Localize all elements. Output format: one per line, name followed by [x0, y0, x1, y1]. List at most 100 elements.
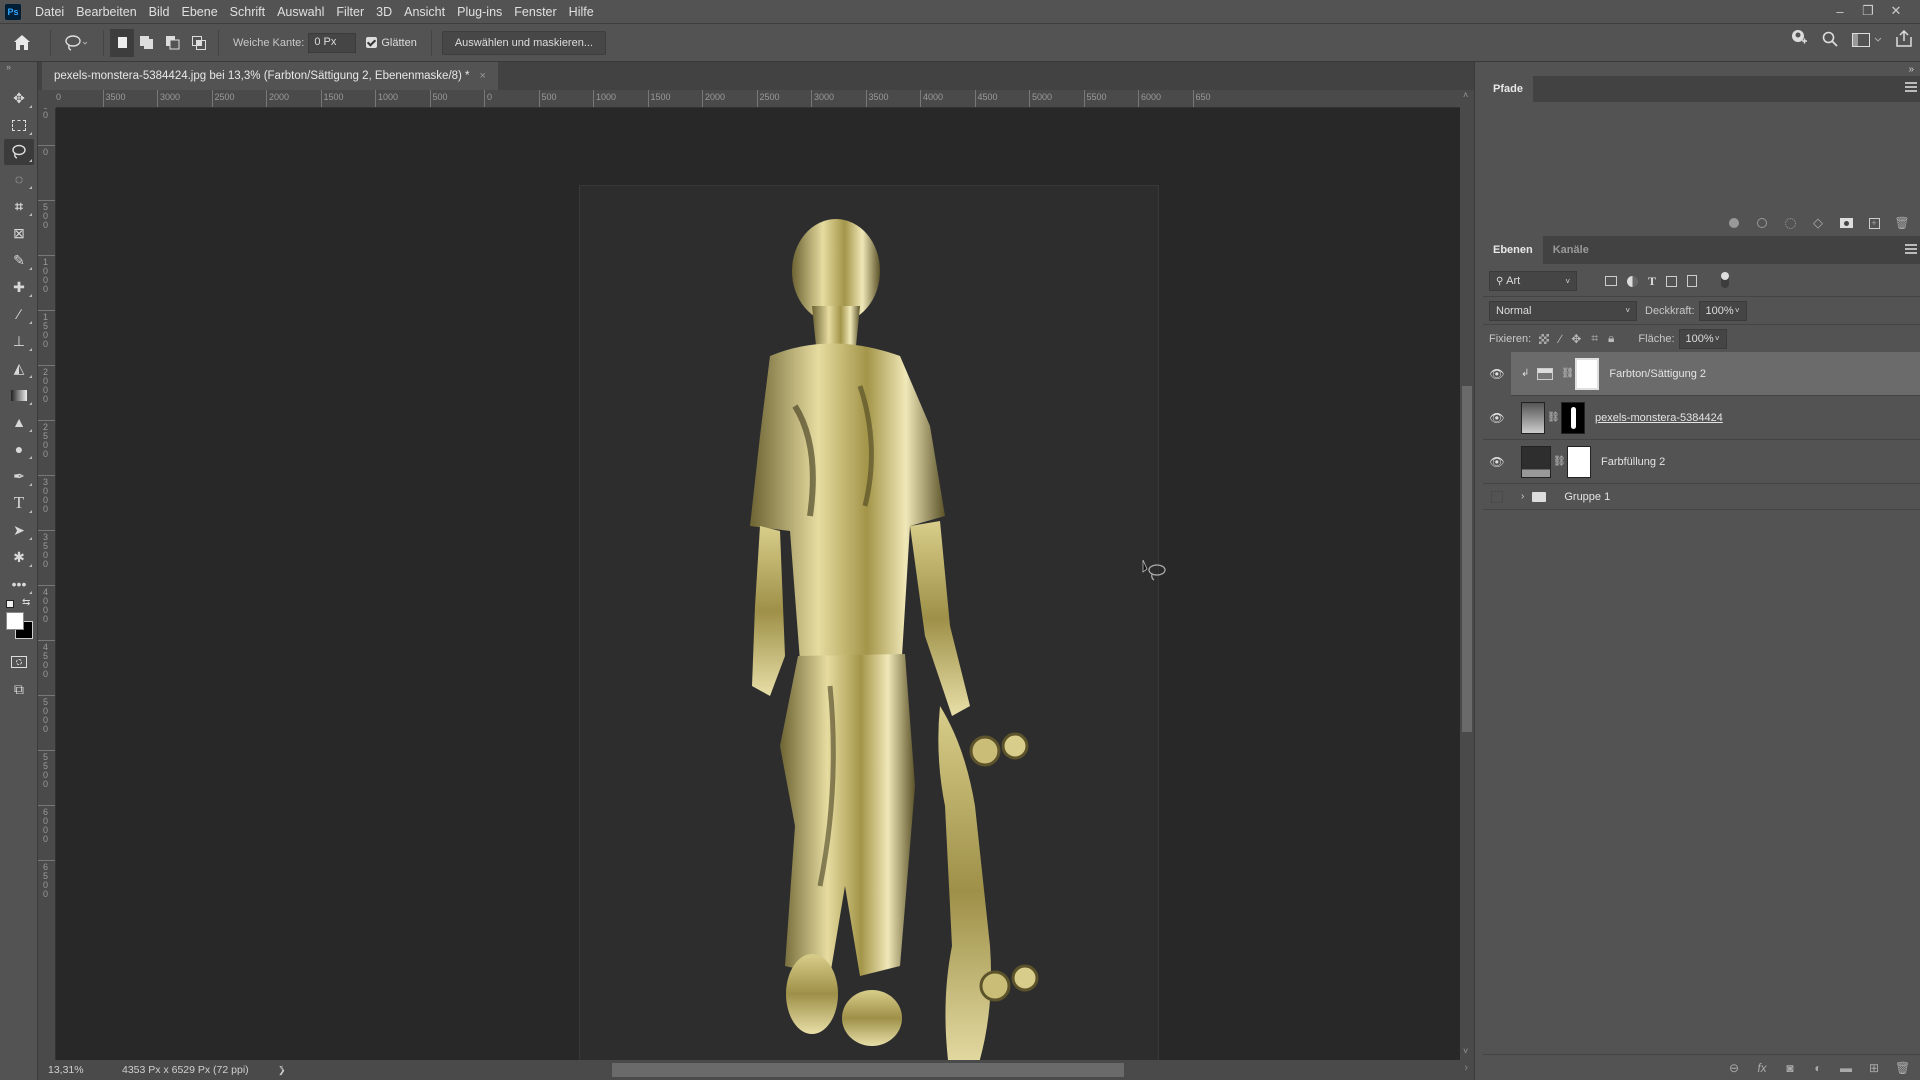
- visibility-toggle[interactable]: 👁︎: [1483, 396, 1511, 440]
- antialias-checkbox[interactable]: Glätten: [366, 37, 417, 49]
- document-canvas[interactable]: [579, 185, 1159, 1060]
- tab-pfade[interactable]: Pfade: [1483, 76, 1533, 102]
- menu-schrift[interactable]: Schrift: [224, 0, 271, 24]
- delete-layer-button[interactable]: 🗑: [1895, 1061, 1910, 1075]
- pen-tool[interactable]: ✒: [4, 463, 34, 489]
- eyedropper-tool[interactable]: ✎: [4, 247, 34, 273]
- lasso-tool[interactable]: [4, 139, 34, 165]
- gradient-tool[interactable]: [4, 382, 34, 408]
- filter-smart-objects-icon[interactable]: [1687, 275, 1698, 287]
- toolbar-collapse-icon[interactable]: »: [0, 62, 37, 74]
- clone-stamp-tool[interactable]: ⊥: [4, 328, 34, 354]
- foreground-color-swatch[interactable]: [6, 612, 24, 630]
- select-and-mask-button[interactable]: Auswählen und maskieren...: [441, 30, 606, 55]
- menu-datei[interactable]: Datei: [29, 0, 70, 24]
- vertical-ruler[interactable]: 5000500100015002000250030003500400045005…: [38, 108, 56, 1060]
- filter-type-layers-icon[interactable]: T: [1648, 274, 1656, 289]
- menu-fenster[interactable]: Fenster: [508, 0, 562, 24]
- filter-toggle[interactable]: [1721, 272, 1730, 288]
- type-tool[interactable]: T: [4, 490, 34, 516]
- zoom-level[interactable]: 13,31%: [48, 1064, 104, 1076]
- home-button[interactable]: [0, 29, 44, 57]
- fill-input[interactable]: 100% ˅: [1678, 328, 1727, 349]
- filter-pixel-layers-icon[interactable]: [1605, 276, 1617, 286]
- scroll-right-icon[interactable]: ›: [1464, 1062, 1468, 1074]
- add-to-selection-button[interactable]: [134, 29, 160, 57]
- horizontal-scrollbar[interactable]: ‹ ›: [278, 1060, 1474, 1080]
- horizontal-scroll-thumb[interactable]: [612, 1063, 1124, 1077]
- move-tool[interactable]: ✥: [4, 85, 34, 111]
- delete-path-button[interactable]: 🗑: [1894, 216, 1909, 230]
- new-selection-button[interactable]: [110, 28, 134, 57]
- prevent-autonest-icon[interactable]: ⌗: [1591, 331, 1598, 346]
- feather-input[interactable]: 0 Px: [308, 32, 357, 53]
- ruler-origin[interactable]: [38, 90, 56, 108]
- layer-name[interactable]: Farbfüllung 2: [1601, 456, 1665, 468]
- minimize-button[interactable]: –: [1826, 0, 1854, 22]
- intersect-selection-button[interactable]: [186, 29, 212, 57]
- layer-row[interactable]: 👁︎ ⛓︎ pexels-monstera-5384424: [1483, 396, 1920, 440]
- add-layer-style-button[interactable]: fx: [1755, 1061, 1769, 1075]
- dodge-tool[interactable]: ●: [4, 436, 34, 462]
- share-user-button[interactable]: [1790, 29, 1808, 51]
- scroll-up-icon[interactable]: ˄: [1463, 90, 1468, 100]
- path-selection-tool[interactable]: ➤: [4, 517, 34, 543]
- workspace-button[interactable]: [1852, 33, 1882, 47]
- scroll-left-icon[interactable]: ‹: [280, 1062, 284, 1074]
- screen-mode-button[interactable]: ⧉: [4, 676, 34, 702]
- layer-mask-thumbnail[interactable]: [1567, 445, 1591, 478]
- stroke-path-button[interactable]: [1755, 216, 1769, 230]
- link-icon[interactable]: ⛓︎: [1553, 456, 1566, 467]
- document-tab[interactable]: pexels-monstera-5384424.jpg bei 13,3% (F…: [42, 62, 498, 90]
- marquee-tool[interactable]: [4, 112, 34, 138]
- link-layers-button[interactable]: ⊖: [1727, 1061, 1741, 1075]
- layers-panel-menu-icon[interactable]: [1905, 244, 1917, 254]
- new-layer-button[interactable]: ⊞: [1867, 1061, 1881, 1075]
- load-path-as-selection-button[interactable]: [1783, 216, 1797, 230]
- menu-bild[interactable]: Bild: [143, 0, 176, 24]
- frame-tool[interactable]: ⊠: [4, 220, 34, 246]
- menu-plugins[interactable]: Plug-ins: [451, 0, 508, 24]
- visibility-toggle[interactable]: 👁︎: [1483, 440, 1511, 484]
- custom-shape-tool[interactable]: ✱: [4, 544, 34, 570]
- tool-preset-picker[interactable]: [57, 29, 97, 57]
- search-button[interactable]: [1822, 31, 1838, 50]
- visibility-toggle[interactable]: [1483, 484, 1511, 510]
- blur-tool[interactable]: ▲: [4, 409, 34, 435]
- quick-mask-button[interactable]: [4, 649, 34, 675]
- layer-name[interactable]: Gruppe 1: [1564, 491, 1610, 503]
- add-layer-mask-button[interactable]: ◙: [1783, 1061, 1797, 1075]
- menu-bearbeiten[interactable]: Bearbeiten: [70, 0, 142, 24]
- layer-mask-thumbnail[interactable]: [1575, 357, 1600, 390]
- subtract-from-selection-button[interactable]: [160, 29, 186, 57]
- visibility-toggle[interactable]: 👁︎: [1483, 351, 1511, 396]
- close-window-button[interactable]: ✕: [1882, 0, 1910, 22]
- fill-path-button[interactable]: [1727, 216, 1741, 230]
- lock-position-icon[interactable]: ✥: [1571, 332, 1581, 346]
- eraser-tool[interactable]: ◭: [4, 355, 34, 381]
- group-row[interactable]: › Gruppe 1: [1483, 484, 1920, 510]
- lock-transparency-icon[interactable]: [1539, 333, 1550, 344]
- make-work-path-button[interactable]: ◇: [1811, 215, 1825, 230]
- chevron-right-icon[interactable]: ›: [1521, 491, 1524, 502]
- link-icon[interactable]: ⛓︎: [1547, 412, 1560, 423]
- brush-tool[interactable]: ∕: [4, 301, 34, 327]
- lock-all-icon[interactable]: 🔒︎: [1608, 331, 1614, 346]
- menu-hilfe[interactable]: Hilfe: [563, 0, 600, 24]
- filter-shape-layers-icon[interactable]: [1666, 275, 1678, 287]
- new-group-button[interactable]: ▬: [1839, 1061, 1853, 1075]
- opacity-input[interactable]: 100% ˅: [1698, 300, 1747, 321]
- paths-panel-menu-icon[interactable]: [1905, 82, 1917, 92]
- swap-colors-icon[interactable]: ⇆: [22, 597, 30, 608]
- new-adjustment-layer-button[interactable]: ◐: [1811, 1061, 1825, 1075]
- horizontal-ruler[interactable]: 0035003000250020001500100050005001000150…: [56, 90, 1460, 108]
- restore-button[interactable]: ❐: [1854, 0, 1882, 22]
- healing-brush-tool[interactable]: ✚: [4, 274, 34, 300]
- canvas-area[interactable]: [56, 108, 1460, 1060]
- layer-row[interactable]: 👁︎ ⛓︎ Farbfüllung 2: [1483, 440, 1920, 484]
- collapse-panels-icon[interactable]: »: [1908, 64, 1914, 75]
- lock-image-pixels-icon[interactable]: ∕: [1559, 332, 1561, 346]
- new-path-button[interactable]: +: [1867, 216, 1881, 230]
- vertical-scroll-thumb[interactable]: [1462, 386, 1472, 732]
- menu-ebene[interactable]: Ebene: [176, 0, 224, 24]
